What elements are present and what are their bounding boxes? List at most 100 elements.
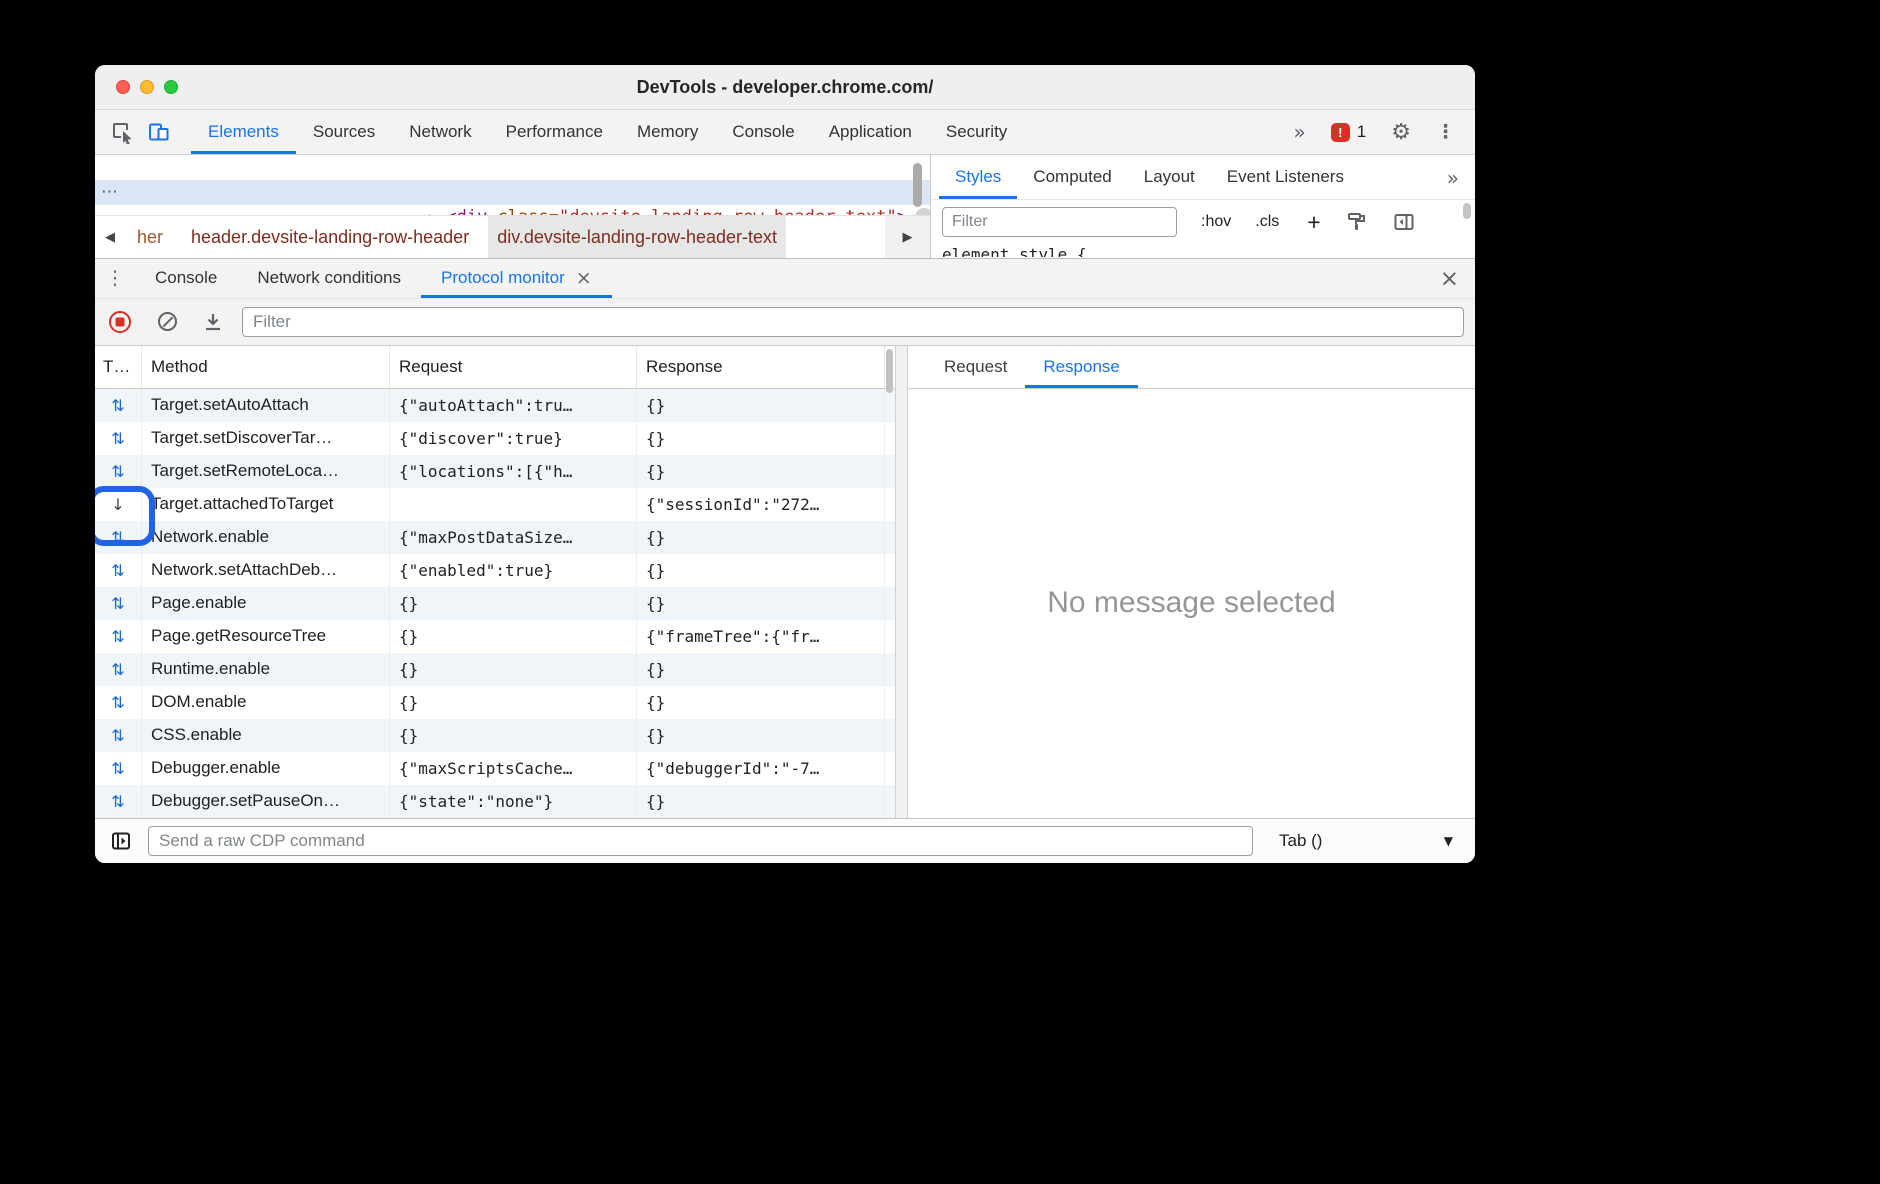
close-drawer-icon[interactable]: × [1440,259,1459,299]
method-cell: Runtime.enable [142,653,390,686]
response-cell: {} [637,521,885,554]
tab-elements[interactable]: Elements [191,110,296,154]
tab-label: Layout [1144,167,1195,187]
column-header-type[interactable]: T… [95,346,142,388]
dom-node-header[interactable]: ▼<header class="devsite-landing-row-head… [95,155,930,180]
tab-computed[interactable]: Computed [1017,155,1127,199]
tab-memory[interactable]: Memory [620,110,715,154]
table-row[interactable]: ⇅ Runtime.enable {} {} [95,653,895,686]
empty-state-message: No message selected [908,389,1475,818]
request-cell: {"state":"none"} [390,785,637,818]
breadcrumb-item[interactable]: her [125,216,172,258]
table-row[interactable]: ⇅ CSS.enable {} {} [95,719,895,752]
breadcrumb-forward-icon[interactable]: ▶ [885,216,930,258]
close-tab-icon[interactable]: × [576,267,592,289]
response-cell: {} [637,719,885,752]
toggle-sidebar-icon[interactable] [1393,211,1415,233]
dom-tree: ▼<header class="devsite-landing-row-head… [95,155,930,215]
tab-styles[interactable]: Styles [939,155,1017,199]
table-row[interactable]: ⇅ Page.getResourceTree {} {"frameTree":{… [95,620,895,653]
traffic-lights [95,80,188,94]
element-style-rule[interactable]: element.style { [931,244,1475,257]
method-cell: Debugger.setPauseOn… [142,785,390,818]
request-cell: {"autoAttach":tru… [390,389,637,422]
table-row[interactable]: ⇅ Target.setRemoteLoca… {"locations":[{"… [95,455,895,488]
table-row[interactable]: ⇅ Debugger.enable {"maxScriptsCache… {"d… [95,752,895,785]
response-cell: {} [637,686,885,719]
table-row[interactable]: ⇅ Debugger.setPauseOn… {"state":"none"} … [95,785,895,818]
element-classes-button[interactable]: .cls [1255,213,1279,231]
tab-security[interactable]: Security [929,110,1024,154]
gutter-dots-icon[interactable]: ⋯ [101,180,118,205]
kebab-menu-icon[interactable]: ⋮ [1436,121,1455,143]
table-row[interactable]: ⇅ Target.setAutoAttach {"autoAttach":tru… [95,389,895,422]
response-cell: {"sessionId":"272… [637,488,885,521]
response-cell: {} [637,653,885,686]
rendering-emulation-icon[interactable] [1346,211,1368,233]
close-window-button[interactable] [116,80,130,94]
cdp-command-input[interactable] [148,826,1253,856]
styles-toolbar: :hov .cls + [931,200,1475,244]
detail-tab-request[interactable]: Request [926,346,1025,388]
device-toolbar-icon[interactable] [141,110,177,154]
tab-label: Event Listeners [1227,167,1344,187]
table-row[interactable]: ⇅ Target.setDiscoverTar… {"discover":tru… [95,422,895,455]
settings-gear-icon[interactable]: ⚙ [1391,120,1411,145]
message-detail-panel: Request Response No message selected [908,346,1475,818]
drawer-menu-icon[interactable]: ⋮ [95,259,135,298]
more-panels-icon[interactable]: » [1294,120,1306,144]
tab-layout[interactable]: Layout [1128,155,1211,199]
download-icon[interactable] [202,311,224,333]
pseudo-state-button[interactable]: :hov [1201,213,1231,231]
minimize-window-button[interactable] [140,80,154,94]
column-header-response[interactable]: Response [637,346,885,388]
table-row[interactable]: ⇅ Network.setAttachDeb… {"enabled":true}… [95,554,895,587]
drawer-tab-protocol-monitor[interactable]: Protocol monitor × [421,259,612,298]
tab-performance[interactable]: Performance [489,110,620,154]
tab-label: Console [155,268,217,288]
table-row[interactable]: ⇅ Network.enable {"maxPostDataSize… {} [95,521,895,554]
target-selector-label: Tab () [1279,831,1322,851]
request-cell: {"maxScriptsCache… [390,752,637,785]
column-header-method[interactable]: Method [142,346,390,388]
issues-button[interactable]: ! 1 [1331,122,1366,142]
target-selector[interactable]: Tab () ▼ [1279,819,1475,863]
new-style-rule-button[interactable]: + [1307,213,1320,231]
tab-application[interactable]: Application [812,110,929,154]
table-row[interactable]: ⇅ DOM.enable {} {} [95,686,895,719]
expand-editor-icon[interactable] [110,830,132,852]
dom-node-selected[interactable]: ⋯▶<div class="devsite-landing-row-header… [95,180,930,205]
detail-tab-response[interactable]: Response [1025,346,1138,388]
response-cell: {"debuggerId":"-7… [637,752,885,785]
method-cell: Network.enable [142,521,390,554]
elements-scrollbar-thumb[interactable] [913,163,922,207]
table-row[interactable]: ⇅ Page.enable {} {} [95,587,895,620]
breadcrumb-item[interactable]: header.devsite-landing-row-header [182,216,478,258]
clear-icon[interactable] [158,312,177,331]
drawer-tab-console[interactable]: Console [135,259,237,298]
tab-sources[interactable]: Sources [296,110,392,154]
tab-network[interactable]: Network [392,110,488,154]
table-header-row: T… Method Request Response [95,346,895,389]
dom-node-close[interactable]: </div> == $0 [95,205,930,215]
method-cell: Target.setRemoteLoca… [142,455,390,488]
split-divider[interactable] [895,346,908,818]
breadcrumb-item-selected[interactable]: div.devsite-landing-row-header-text [488,216,786,258]
protocol-filter-input[interactable] [242,307,1464,337]
styles-filter-input[interactable] [942,207,1177,237]
table-row[interactable]: ↓ Target.attachedToTarget {"sessionId":"… [95,488,895,521]
method-cell: Debugger.enable [142,752,390,785]
tab-label: Application [829,122,912,142]
styles-scrollbar-thumb[interactable] [1463,203,1471,219]
response-cell: {} [637,554,885,587]
drawer-tab-network-conditions[interactable]: Network conditions [237,259,421,298]
column-header-request[interactable]: Request [390,346,637,388]
breadcrumb-back-icon[interactable]: ◀ [95,230,125,245]
table-scrollbar-thumb[interactable] [886,349,893,393]
tab-console[interactable]: Console [715,110,811,154]
tab-event-listeners[interactable]: Event Listeners [1211,155,1360,199]
zoom-window-button[interactable] [164,80,178,94]
inspect-icon[interactable] [105,110,141,154]
more-sidebar-tabs-icon[interactable]: » [1447,155,1459,200]
record-button[interactable] [109,311,131,333]
